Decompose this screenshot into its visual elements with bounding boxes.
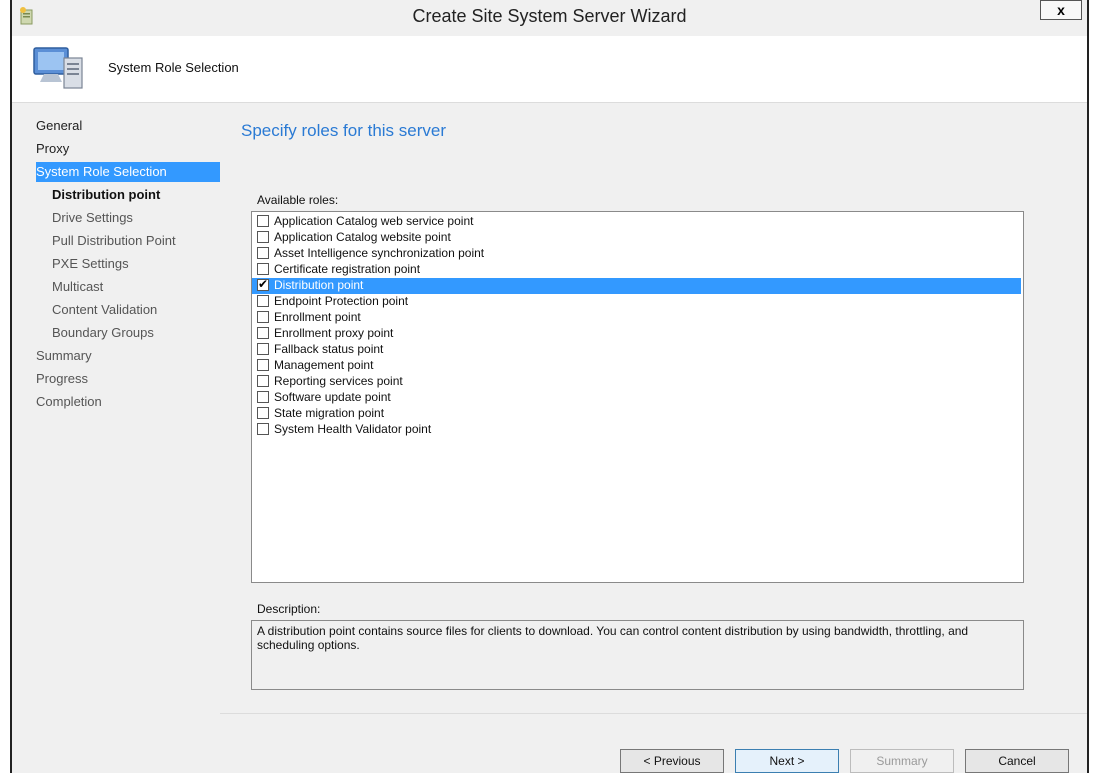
role-checkbox[interactable] [257,311,269,323]
cancel-button[interactable]: Cancel [965,749,1069,773]
role-checkbox[interactable] [257,231,269,243]
role-checkbox[interactable] [257,343,269,355]
role-label: Software update point [274,390,391,404]
role-item[interactable]: Application Catalog web service point [252,214,1021,230]
wizard-content: Specify roles for this server Available … [220,103,1087,773]
role-checkbox[interactable] [257,263,269,275]
role-item[interactable]: Asset Intelligence synchronization point [252,246,1021,262]
role-checkbox[interactable] [257,295,269,307]
role-item[interactable]: State migration point [252,406,1021,422]
role-item-selected[interactable]: Distribution point [252,277,1021,294]
role-checkbox[interactable] [257,375,269,387]
role-label: Certificate registration point [274,262,421,276]
page-title: System Role Selection [108,60,239,75]
role-checkbox[interactable] [257,215,269,227]
title-bar: Create Site System Server Wizard x [12,0,1087,35]
role-item[interactable]: Software update point [252,390,1021,406]
wizard-nav: General Proxy System Role Selection Dist… [12,103,220,773]
role-label: Application Catalog website point [274,230,451,244]
role-checkbox[interactable] [257,391,269,403]
wizard-header: System Role Selection [12,36,1087,103]
role-checkbox[interactable] [257,359,269,371]
next-button[interactable]: Next > [735,749,839,773]
nav-item-pull-distribution-point[interactable]: Pull Distribution Point [52,231,176,251]
role-item[interactable]: System Health Validator point [252,422,1021,438]
role-label: State migration point [274,406,385,420]
wizard-window: Create Site System Server Wizard x Syste… [10,0,1089,773]
role-item[interactable]: Fallback status point [252,342,1021,358]
nav-item-proxy[interactable]: Proxy [36,139,69,159]
role-label: Fallback status point [274,342,384,356]
nav-item-progress[interactable]: Progress [36,369,88,389]
previous-button[interactable]: < Previous [620,749,724,773]
role-checkbox[interactable] [257,423,269,435]
role-checkbox[interactable] [257,327,269,339]
role-label: Enrollment point [274,310,361,324]
role-label: Application Catalog web service point [274,214,474,228]
role-item[interactable]: Endpoint Protection point [252,294,1021,310]
role-item[interactable]: Application Catalog website point [252,230,1021,246]
role-label: Distribution point [274,278,364,292]
summary-button[interactable]: Summary [850,749,954,773]
nav-item-content-validation[interactable]: Content Validation [52,300,157,320]
available-roles-label: Available roles: [257,193,339,207]
role-item[interactable]: Enrollment point [252,310,1021,326]
role-item[interactable]: Management point [252,358,1021,374]
role-label: Asset Intelligence synchronization point [274,246,485,260]
role-item[interactable]: Certificate registration point [252,262,1021,278]
role-label: Management point [274,358,374,372]
nav-item-multicast[interactable]: Multicast [52,277,103,297]
description-box: A distribution point contains source fil… [251,620,1024,690]
nav-item-general[interactable]: General [36,116,82,136]
nav-item-drive-settings[interactable]: Drive Settings [52,208,133,228]
footer-divider [220,713,1087,714]
nav-item-boundary-groups[interactable]: Boundary Groups [52,323,154,343]
nav-item-distribution-point[interactable]: Distribution point [52,185,160,205]
role-label: Enrollment proxy point [274,326,394,340]
role-item[interactable]: Enrollment proxy point [252,326,1021,342]
nav-item-pxe-settings[interactable]: PXE Settings [52,254,129,274]
nav-item-summary[interactable]: Summary [36,346,92,366]
role-item[interactable]: Reporting services point [252,374,1021,390]
window-title: Create Site System Server Wizard [412,6,687,26]
nav-item-system-role-selection[interactable]: System Role Selection [36,162,220,182]
role-label: Endpoint Protection point [274,294,409,308]
description-text: A distribution point contains source fil… [257,624,969,652]
content-heading: Specify roles for this server [241,121,447,140]
role-label: Reporting services point [274,374,403,388]
computer-icon [33,47,83,89]
role-checkbox[interactable] [257,407,269,419]
role-label: System Health Validator point [274,422,432,436]
close-button[interactable]: x [1040,0,1082,20]
description-label: Description: [257,602,321,616]
nav-item-completion[interactable]: Completion [36,392,102,412]
role-checkbox[interactable] [257,247,269,259]
role-checkbox-checked[interactable] [257,277,269,292]
roles-list[interactable]: Application Catalog web service point Ap… [251,211,1024,583]
